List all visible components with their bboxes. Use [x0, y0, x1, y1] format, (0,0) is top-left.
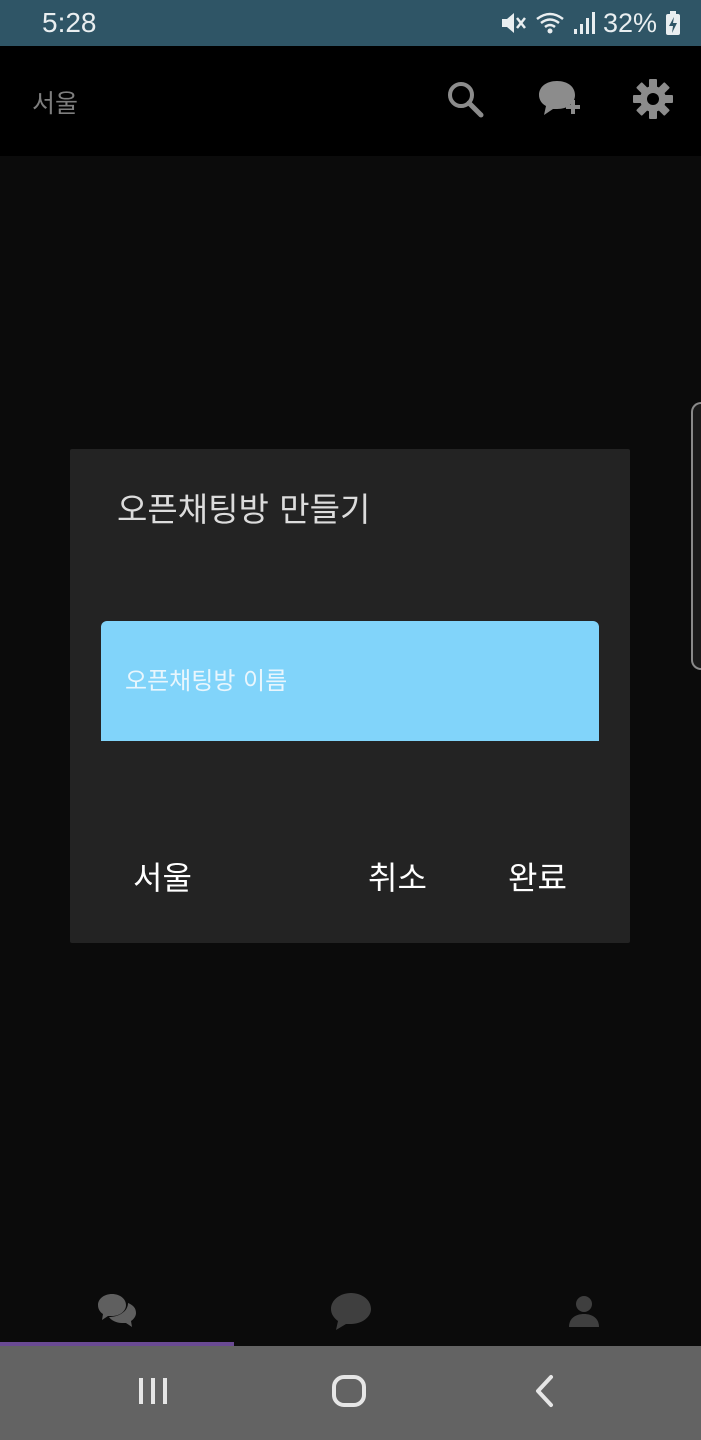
create-open-chat-dialog: 오픈채팅방 만들기 서울 취소 완료: [70, 449, 630, 943]
settings-button[interactable]: [630, 78, 676, 124]
profile-icon: [567, 1294, 601, 1332]
region-button[interactable]: 서울: [133, 853, 192, 899]
recents-icon: [136, 1375, 170, 1411]
new-chat-button[interactable]: [536, 78, 582, 124]
chat-icon: [328, 1290, 374, 1336]
home-button[interactable]: [324, 1370, 374, 1416]
signal-icon: [573, 10, 595, 36]
app-title: 서울: [32, 89, 79, 118]
tab-profile[interactable]: [467, 1280, 700, 1346]
back-button[interactable]: [520, 1370, 570, 1416]
cancel-button[interactable]: 취소: [368, 853, 427, 899]
home-icon: [331, 1374, 367, 1412]
mute-icon: [499, 10, 527, 36]
back-icon: [532, 1374, 558, 1412]
open-chat-name-input[interactable]: [101, 621, 599, 741]
recents-button[interactable]: [128, 1370, 178, 1416]
bottom-tab-bar: [0, 1280, 701, 1346]
settings-icon: [632, 78, 674, 124]
wifi-icon: [535, 10, 565, 36]
done-button[interactable]: 완료: [508, 853, 567, 899]
chats-icon: [96, 1292, 138, 1334]
status-icons: 32%: [499, 8, 681, 39]
dialog-title: 오픈채팅방 만들기: [117, 490, 371, 529]
tab-chats[interactable]: [234, 1280, 467, 1346]
battery-charging-icon: [665, 10, 681, 36]
scroll-handle[interactable]: [691, 402, 701, 670]
search-button[interactable]: [442, 78, 488, 124]
new-chat-icon: [536, 78, 582, 124]
search-icon: [445, 79, 485, 123]
app-bar: 서울: [0, 46, 701, 156]
tab-open-chats[interactable]: [0, 1280, 233, 1346]
battery-percent: 32%: [602, 7, 657, 38]
system-nav-bar: [0, 1346, 701, 1440]
status-time: 5:28: [42, 7, 97, 38]
status-bar: 5:28 32%: [0, 0, 701, 46]
